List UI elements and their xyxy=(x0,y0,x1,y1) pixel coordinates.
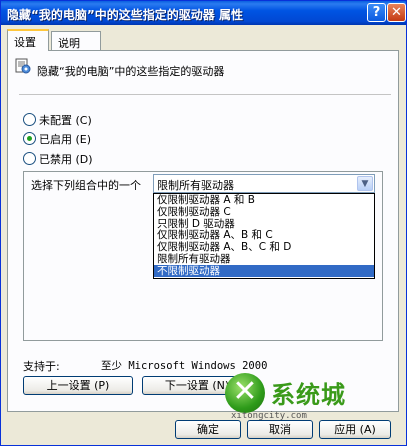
watermark-logo-icon: ✕ xyxy=(225,373,265,413)
policy-setting-icon xyxy=(15,58,31,74)
help-icon: ? xyxy=(372,5,381,20)
radio-label: 未配置 (C) xyxy=(39,114,92,127)
radio-disabled[interactable]: 已禁用 (D) xyxy=(23,151,93,167)
tab-explain[interactable]: 说明 xyxy=(51,31,101,50)
drive-combo-select[interactable]: 限制所有驱动器 ▼ xyxy=(153,174,375,193)
help-button[interactable]: ? xyxy=(367,3,386,22)
tab-settings-label: 设置 xyxy=(14,36,36,49)
dropdown-option[interactable]: 仅限制驱动器 A、B 和 C xyxy=(154,229,374,241)
radio-not-configured[interactable]: 未配置 (C) xyxy=(23,112,92,128)
support-label: 支持于: xyxy=(23,360,60,373)
previous-setting-button[interactable]: 上一设置 (P) xyxy=(23,376,133,395)
window-title: 隐藏“我的电脑”中的这些指定的驱动器 属性 xyxy=(7,8,243,22)
policy-title: 隐藏“我的电脑”中的这些指定的驱动器 xyxy=(37,65,225,78)
dropdown-option[interactable]: 仅限制驱动器 C xyxy=(154,206,374,218)
tab-settings[interactable]: 设置 xyxy=(7,29,49,51)
properties-dialog: 隐藏“我的电脑”中的这些指定的驱动器 属性 ? ✕ 设置 说明 隐藏“我的电脑”… xyxy=(0,0,407,446)
title-bar[interactable]: 隐藏“我的电脑”中的这些指定的驱动器 属性 ? ✕ xyxy=(1,1,406,25)
combo-value: 限制所有驱动器 xyxy=(157,179,234,192)
radio-enabled[interactable]: 已启用 (E) xyxy=(23,131,91,147)
dropdown-option[interactable]: 仅限制驱动器 A 和 B xyxy=(154,194,374,206)
radio-label: 已禁用 (D) xyxy=(39,153,93,166)
dropdown-option[interactable]: 只限制 D 驱动器 xyxy=(154,218,374,230)
watermark-site: xitongcity.com xyxy=(231,411,307,421)
watermark-logo: ✕ 系统城 xitongcity.com xyxy=(223,369,363,423)
radio-circle-checked[interactable] xyxy=(23,132,36,145)
radio-circle[interactable] xyxy=(23,152,36,165)
close-icon: ✕ xyxy=(391,5,402,20)
tab-explain-label: 说明 xyxy=(58,37,80,50)
combo-label: 选择下列组合中的一个 xyxy=(31,179,141,192)
close-button[interactable]: ✕ xyxy=(387,3,406,22)
watermark-text: 系统城 xyxy=(271,381,346,409)
chevron-down-icon[interactable]: ▼ xyxy=(357,176,373,191)
dropdown-option[interactable]: 限制所有驱动器 xyxy=(154,253,374,265)
dropdown-list[interactable]: 仅限制驱动器 A 和 B 仅限制驱动器 C 只限制 D 驱动器 仅限制驱动器 A… xyxy=(153,193,375,279)
dropdown-option[interactable]: 仅限制驱动器 A、B、C 和 D xyxy=(154,241,374,253)
separator xyxy=(19,94,391,95)
dropdown-option-selected[interactable]: 不限制驱动器 xyxy=(154,264,374,277)
radio-circle[interactable] xyxy=(23,113,36,126)
radio-label: 已启用 (E) xyxy=(39,133,92,146)
